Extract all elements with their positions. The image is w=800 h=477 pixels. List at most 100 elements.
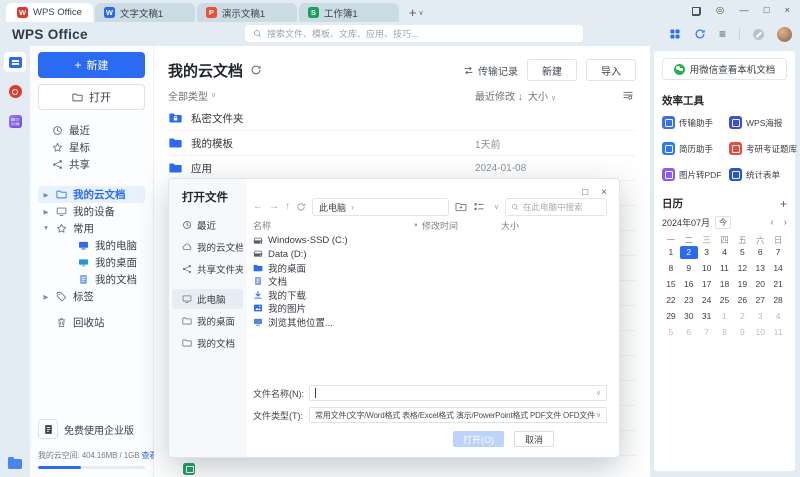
- dialog-close-icon[interactable]: ×: [601, 187, 607, 198]
- spreadsheet-file-icon[interactable]: [183, 463, 195, 475]
- calendar-day[interactable]: 23: [680, 294, 698, 307]
- sidebar-tree-item[interactable]: 我的文档: [38, 271, 145, 288]
- calendar-day[interactable]: 16: [680, 278, 698, 291]
- column-name[interactable]: 名称: [253, 219, 271, 232]
- pdf-icon[interactable]: [9, 85, 22, 98]
- calendar-day[interactable]: 18: [716, 278, 734, 291]
- calendar-day[interactable]: 4: [716, 246, 734, 259]
- calendar-day[interactable]: 21: [769, 278, 787, 291]
- forward-icon[interactable]: →: [269, 202, 279, 212]
- transfer-history-button[interactable]: 传输记录: [463, 63, 518, 78]
- calendar-day[interactable]: 27: [751, 294, 769, 307]
- file-list-row[interactable]: 我的模板 1天前: [168, 131, 636, 156]
- refresh-icon[interactable]: [250, 64, 262, 76]
- titlebar-tab[interactable]: W WPS Office: [6, 3, 93, 22]
- sidebar-tree-item[interactable]: ▶ 标签: [38, 288, 145, 305]
- type-filter[interactable]: 全部类型: [168, 88, 208, 103]
- calendar-day[interactable]: 11: [769, 326, 787, 339]
- menu-icon[interactable]: ≡: [719, 28, 726, 40]
- workspace-icon[interactable]: [692, 7, 701, 16]
- rail-item-documents[interactable]: [4, 52, 26, 72]
- dialog-file-row[interactable]: Data (D:): [253, 248, 607, 262]
- calendar-day[interactable]: 31: [698, 310, 716, 323]
- tool-item[interactable]: 考研考证题库: [729, 142, 797, 155]
- dialog-file-row[interactable]: 我的图片: [253, 302, 607, 316]
- titlebar-tab[interactable]: S 工作簿1: [299, 3, 399, 22]
- sidebar-tree-item[interactable]: 回收站: [38, 314, 145, 331]
- dialog-file-row[interactable]: 文档: [253, 275, 607, 289]
- import-button[interactable]: 导入: [586, 59, 636, 81]
- sidebar-nav-item[interactable]: 最近: [38, 122, 145, 139]
- minimize-button[interactable]: —: [739, 6, 749, 16]
- calendar-day[interactable]: 9: [680, 262, 698, 275]
- address-bar[interactable]: 此电脑 ›: [312, 198, 449, 216]
- calendar-day[interactable]: 7: [769, 246, 787, 259]
- skin-icon[interactable]: ◎: [716, 6, 724, 16]
- sidebar-tree-item[interactable]: ▼ 常用: [38, 220, 145, 237]
- calendar-day[interactable]: 5: [733, 246, 751, 259]
- expand-arrow-icon[interactable]: ▼: [42, 225, 50, 232]
- tool-item[interactable]: 简历助手: [662, 142, 725, 155]
- dialog-maximize-icon[interactable]: □: [582, 187, 588, 198]
- close-button[interactable]: ×: [784, 6, 790, 16]
- calendar-day[interactable]: 26: [733, 294, 751, 307]
- calendar-day[interactable]: 8: [716, 326, 734, 339]
- calendar-day[interactable]: 13: [751, 262, 769, 275]
- calendar-prev-icon[interactable]: ‹: [770, 217, 773, 228]
- calendar-day[interactable]: 5: [662, 326, 680, 339]
- dialog-cancel-button[interactable]: 取消: [514, 431, 554, 447]
- tool-item[interactable]: 统计表单: [729, 168, 797, 181]
- reload-icon[interactable]: [296, 202, 306, 212]
- calendar-day[interactable]: 3: [698, 246, 716, 259]
- sidebar-nav-item[interactable]: 共享: [38, 156, 145, 173]
- calendar-day[interactable]: 1: [662, 246, 680, 259]
- calendar-day[interactable]: 9: [733, 326, 751, 339]
- calendar-day[interactable]: 2: [733, 310, 751, 323]
- apps-icon[interactable]: [9, 115, 22, 128]
- dialog-nav-item[interactable]: 我的桌面: [172, 311, 243, 331]
- calendar-day[interactable]: 24: [698, 294, 716, 307]
- calendar-day[interactable]: 7: [698, 326, 716, 339]
- calendar-next-icon[interactable]: ›: [784, 217, 787, 228]
- folder-icon[interactable]: [8, 459, 22, 469]
- breadcrumb[interactable]: 此电脑: [319, 201, 346, 214]
- tool-item[interactable]: 传输助手: [662, 116, 725, 129]
- calendar-day[interactable]: 30: [680, 310, 698, 323]
- calendar-day[interactable]: 10: [751, 326, 769, 339]
- sidebar-tree-item[interactable]: 我的电脑: [38, 237, 145, 254]
- tool-item[interactable]: 图片转PDF: [662, 168, 725, 181]
- dialog-nav-item[interactable]: 我的文档: [172, 333, 243, 353]
- new-document-button[interactable]: + 新建: [38, 52, 145, 78]
- maximize-button[interactable]: □: [764, 6, 770, 16]
- file-list-row[interactable]: 私密文件夹: [168, 106, 636, 131]
- new-tab-button[interactable]: +: [409, 6, 417, 19]
- calendar-today-button[interactable]: 今: [715, 216, 731, 229]
- calendar-day[interactable]: 12: [733, 262, 751, 275]
- view-mode-chevron-icon[interactable]: ∨: [494, 203, 499, 211]
- expand-arrow-icon[interactable]: ▶: [42, 208, 50, 216]
- calendar-day[interactable]: 28: [769, 294, 787, 307]
- dialog-file-row[interactable]: 我的下载: [253, 288, 607, 302]
- sync-icon[interactable]: [694, 28, 706, 40]
- calendar-day[interactable]: 19: [733, 278, 751, 291]
- wechat-view-button[interactable]: 用微信查看本机文档: [662, 58, 787, 80]
- calendar-day[interactable]: 10: [698, 262, 716, 275]
- calendar-day[interactable]: 6: [680, 326, 698, 339]
- column-modified[interactable]: ▼修改时间: [413, 219, 458, 232]
- titlebar-tab[interactable]: P 演示文稿1: [197, 3, 297, 22]
- enterprise-upsell[interactable]: 免费使用企业版: [38, 419, 145, 439]
- status-icon[interactable]: [753, 29, 764, 40]
- dialog-file-row[interactable]: 我的桌面: [253, 261, 607, 275]
- calendar-day[interactable]: 6: [751, 246, 769, 259]
- sidebar-tree-item[interactable]: ▶ 我的设备: [38, 203, 145, 220]
- sort-size[interactable]: 大小∨: [528, 88, 556, 103]
- column-size[interactable]: 大小: [501, 219, 519, 232]
- back-icon[interactable]: ←: [253, 202, 263, 212]
- calendar-day[interactable]: 11: [716, 262, 734, 275]
- dialog-file-row[interactable]: 浏览其他位置...: [253, 315, 607, 329]
- calendar-day[interactable]: 22: [662, 294, 680, 307]
- dialog-nav-item[interactable]: 最近: [172, 215, 243, 235]
- dialog-nav-item[interactable]: 共享文件夹: [172, 259, 243, 279]
- calendar-day[interactable]: 17: [698, 278, 716, 291]
- sidebar-tree-item[interactable]: 我的桌面: [38, 254, 145, 271]
